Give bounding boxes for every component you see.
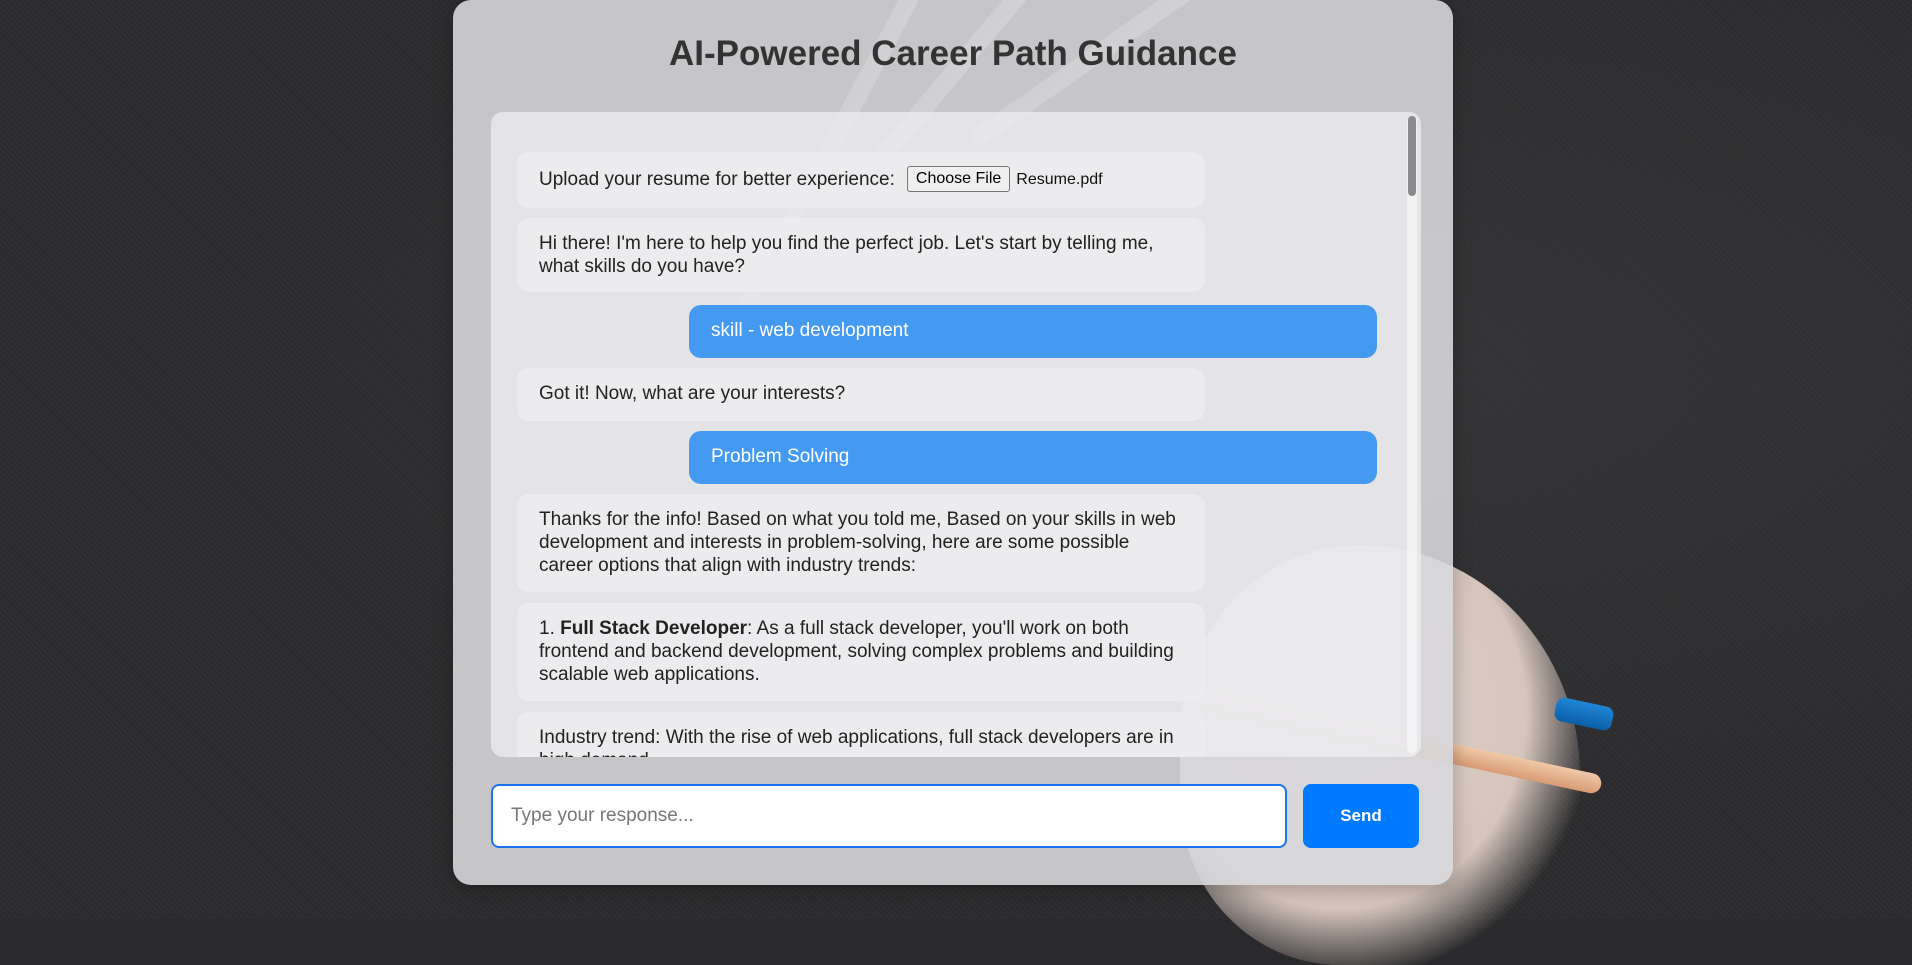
message-text: Thanks for the info! Based on what you t… — [539, 509, 1176, 576]
message-text: Got it! Now, what are your interests? — [539, 383, 846, 404]
list-number: 1. — [539, 618, 561, 639]
choose-file-button[interactable]: Choose File — [906, 166, 1011, 192]
upload-message: Upload your resume for better experience… — [517, 152, 1205, 208]
bot-message: Got it! Now, what are your interests? — [517, 368, 1205, 421]
page-title: AI-Powered Career Path Guidance — [669, 34, 1237, 73]
user-message: skill - web development — [689, 305, 1377, 358]
bot-message: 1. Full Stack Developer: As a full stack… — [517, 603, 1205, 701]
message-text: Hi there! I'm here to help you find the … — [539, 233, 1154, 277]
bot-message: Hi there! I'm here to help you find the … — [517, 218, 1205, 292]
selected-file-name: Resume.pdf — [1016, 170, 1103, 188]
bot-message: Thanks for the info! Based on what you t… — [517, 494, 1205, 592]
message-text: Problem Solving — [711, 446, 850, 467]
send-button[interactable]: Send — [1303, 784, 1419, 848]
message-text: skill - web development — [711, 320, 909, 341]
upload-label: Upload your resume for better experience… — [539, 168, 895, 190]
bot-message: Industry trend: With the rise of web app… — [517, 712, 1205, 757]
composer: Send — [491, 784, 1421, 848]
response-input[interactable] — [491, 784, 1287, 848]
user-message: Problem Solving — [689, 431, 1377, 484]
message-text: Industry trend: With the rise of web app… — [539, 727, 1174, 757]
chat-log[interactable]: Upload your resume for better experience… — [491, 112, 1421, 757]
scrollbar-thumb[interactable] — [1408, 116, 1416, 196]
chat-panel: AI-Powered Career Path Guidance Upload y… — [453, 0, 1453, 885]
chat-scrollbar[interactable] — [1407, 116, 1417, 753]
career-title: Full Stack Developer — [560, 618, 748, 639]
